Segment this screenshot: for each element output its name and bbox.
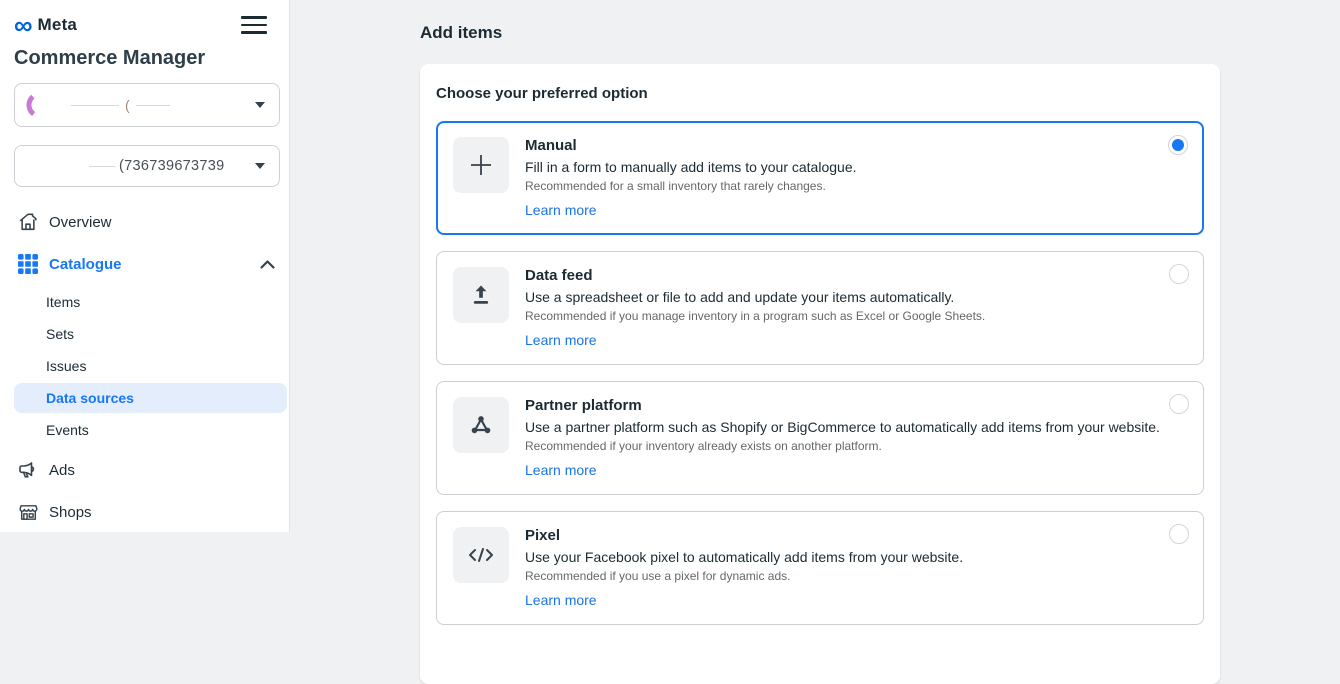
option-icon-tile (453, 267, 509, 323)
sidebar-nav: Overview Catalogue Items Sets Issues Dat (14, 201, 289, 533)
shop-selector[interactable]: (736739673739 (14, 145, 280, 187)
redacted-avatar (25, 90, 55, 120)
redacted-fragment: ( (125, 97, 130, 113)
megaphone-icon (16, 458, 40, 482)
option-description: Use a spreadsheet or file to add and upd… (525, 289, 985, 305)
caret-down-icon (255, 102, 265, 108)
option-icon-tile (453, 397, 509, 453)
code-icon (467, 543, 495, 567)
share-nodes-icon (468, 412, 494, 438)
radio-button[interactable] (1169, 264, 1189, 284)
option-data-feed[interactable]: Data feed Use a spreadsheet or file to a… (436, 251, 1204, 365)
redacted-text-line (89, 166, 115, 167)
meta-logo: ∞ Meta (14, 15, 77, 35)
option-partner-platform[interactable]: Partner platform Use a partner platform … (436, 381, 1204, 495)
option-manual[interactable]: Manual Fill in a form to manually add it… (436, 121, 1204, 235)
card-title: Choose your preferred option (436, 85, 1204, 102)
shop-selector-value: (736739673739 (119, 158, 225, 174)
sidebar-item-overview[interactable]: Overview (14, 201, 289, 243)
add-items-card: Choose your preferred option Manual Fill… (420, 64, 1220, 684)
learn-more-link[interactable]: Learn more (525, 592, 597, 608)
option-title: Data feed (525, 267, 985, 284)
sidebar-item-data-sources[interactable]: Data sources (14, 383, 287, 413)
radio-button[interactable] (1169, 524, 1189, 544)
meta-logo-text: Meta (38, 15, 78, 35)
plus-icon (468, 152, 494, 178)
sidebar-item-items[interactable]: Items (14, 287, 287, 317)
chevron-up-icon[interactable] (260, 260, 275, 269)
option-description: Fill in a form to manually add items to … (525, 159, 857, 175)
account-selector[interactable]: ( (14, 83, 280, 127)
sidebar-item-sets[interactable]: Sets (14, 319, 287, 349)
sidebar-item-catalogue[interactable]: Catalogue (14, 243, 289, 285)
option-title: Manual (525, 137, 857, 154)
home-icon (16, 211, 40, 233)
sidebar-item-issues[interactable]: Issues (14, 351, 287, 381)
app-title: Commerce Manager (14, 47, 289, 70)
page-title: Add items (420, 23, 1340, 43)
option-recommendation: Recommended if you manage inventory in a… (525, 309, 985, 323)
option-description: Use a partner platform such as Shopify o… (525, 419, 1160, 435)
radio-button[interactable] (1169, 394, 1189, 414)
sidebar-item-label: Catalogue (49, 256, 122, 273)
sidebar-item-label: Ads (49, 462, 75, 479)
hamburger-menu-icon[interactable] (241, 16, 267, 34)
redacted-text-line (71, 105, 119, 106)
option-icon-tile (453, 527, 509, 583)
storefront-icon (16, 501, 40, 524)
option-title: Partner platform (525, 397, 1160, 414)
redacted-text-line (136, 105, 170, 106)
option-recommendation: Recommended for a small inventory that r… (525, 179, 857, 193)
main-content: Add items Choose your preferred option M… (290, 0, 1340, 532)
catalogue-subnav: Items Sets Issues Data sources Events (14, 287, 287, 445)
sidebar-item-events[interactable]: Events (14, 415, 287, 445)
meta-infinity-icon: ∞ (14, 15, 33, 35)
learn-more-link[interactable]: Learn more (525, 202, 597, 218)
option-pixel[interactable]: Pixel Use your Facebook pixel to automat… (436, 511, 1204, 625)
upload-icon (468, 282, 494, 308)
learn-more-link[interactable]: Learn more (525, 332, 597, 348)
sidebar-item-ads[interactable]: Ads (14, 449, 289, 491)
option-recommendation: Recommended if you use a pixel for dynam… (525, 569, 963, 583)
option-recommendation: Recommended if your inventory already ex… (525, 439, 1160, 453)
sidebar-header: ∞ Meta (14, 12, 289, 38)
sidebar: ∞ Meta Commerce Manager ( (736739673739 (0, 0, 290, 532)
learn-more-link[interactable]: Learn more (525, 462, 597, 478)
sidebar-item-label: Shops (49, 504, 92, 521)
caret-down-icon (255, 163, 265, 169)
radio-button[interactable] (1168, 135, 1188, 155)
sidebar-item-label: Overview (49, 214, 112, 231)
sidebar-item-shops[interactable]: Shops (14, 491, 289, 533)
grid-icon (16, 254, 40, 274)
option-title: Pixel (525, 527, 963, 544)
option-icon-tile (453, 137, 509, 193)
option-description: Use your Facebook pixel to automatically… (525, 549, 963, 565)
